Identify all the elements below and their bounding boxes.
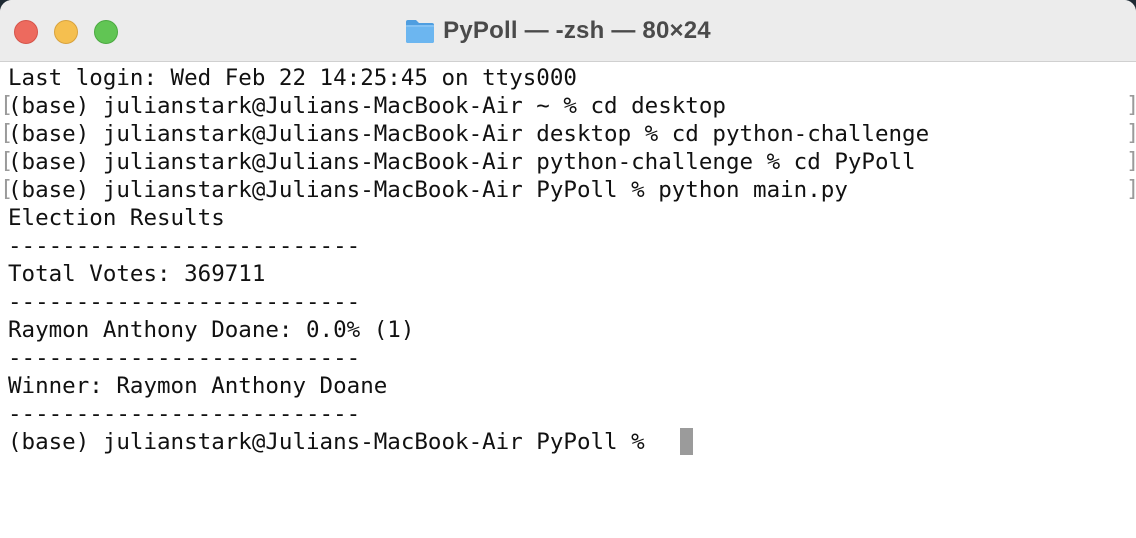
terminal-prompt-line: (base) julianstark@Julians-MacBook-Air P… [8,429,659,455]
terminal-line: -------------------------- [8,289,361,315]
terminal-line: -------------------------- [8,345,361,371]
terminal-line: (base) julianstark@Julians-MacBook-Air ~… [8,93,726,119]
terminal-line: Election Results [8,205,225,231]
title-group: PyPoll — -zsh — 80×24 [0,0,1136,62]
terminal-line: -------------------------- [8,401,361,427]
mark-bracket-right: ] [1126,148,1136,176]
mark-bracket-right: ] [1126,92,1136,120]
terminal-line: Raymon Anthony Doane: 0.0% (1) [8,317,415,343]
terminal-line: Winner: Raymon Anthony Doane [8,373,388,399]
terminal-line: Last login: Wed Feb 22 14:25:45 on ttys0… [8,65,577,91]
terminal-line: (base) julianstark@Julians-MacBook-Air p… [8,149,916,175]
terminal-output[interactable]: Last login: Wed Feb 22 14:25:45 on ttys0… [0,62,1136,538]
terminal-window: PyPoll — -zsh — 80×24 Last login: Wed Fe… [0,0,1136,538]
terminal-line: -------------------------- [8,233,361,259]
text-cursor [680,428,693,455]
folder-icon [405,18,435,44]
terminal-line: (base) julianstark@Julians-MacBook-Air P… [8,177,848,203]
terminal-line: (base) julianstark@Julians-MacBook-Air d… [8,121,930,147]
mark-bracket-right: ] [1126,176,1136,204]
window-title: PyPoll — -zsh — 80×24 [443,17,711,44]
terminal-line: Total Votes: 369711 [8,261,266,287]
title-bar[interactable]: PyPoll — -zsh — 80×24 [0,0,1136,62]
mark-bracket-right: ] [1126,120,1136,148]
